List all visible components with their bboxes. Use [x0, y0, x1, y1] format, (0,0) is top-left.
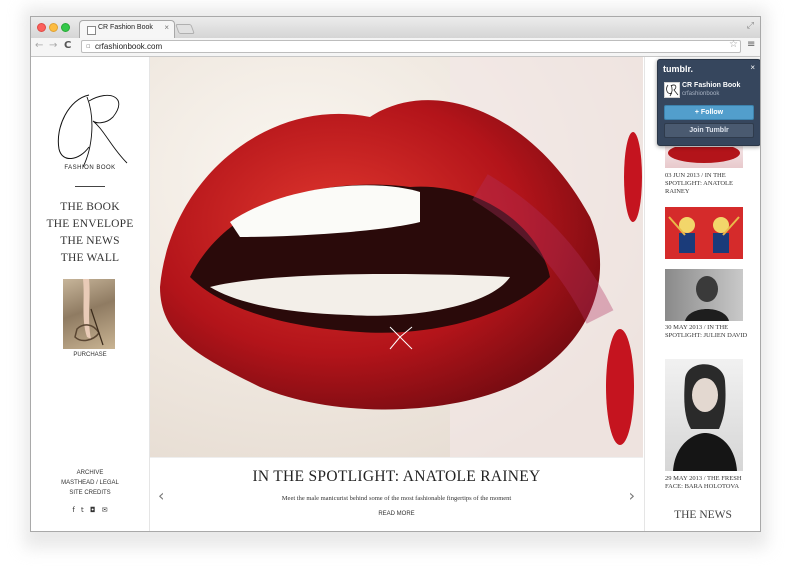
social-links: f t ◘ ✉: [31, 506, 149, 514]
post-caption[interactable]: 29 MAY 2013 / THE FRESH FACE: BARA HOLOT…: [665, 475, 751, 491]
post-thumbnail[interactable]: [665, 207, 743, 259]
post-thumbnail[interactable]: [665, 269, 743, 321]
tumblr-logo: tumblr.: [663, 64, 694, 74]
post-caption[interactable]: 03 JUN 2013 / IN THE SPOTLIGHT: ANATOLE …: [665, 172, 751, 196]
join-tumblr-button[interactable]: Join Tumblr: [664, 123, 754, 138]
close-window-button[interactable]: [37, 23, 46, 32]
site-credits-link[interactable]: SITE CREDITS: [31, 488, 149, 498]
next-arrow-icon[interactable]: ›: [629, 486, 635, 505]
feature-caption: ‹ IN THE SPOTLIGHT: ANATOLE RAINEY Meet …: [150, 457, 643, 531]
blog-avatar: [664, 82, 680, 98]
twitter-icon[interactable]: t: [81, 506, 84, 514]
post-thumbnail[interactable]: [665, 143, 743, 168]
forward-icon[interactable]: →: [49, 40, 57, 51]
back-icon[interactable]: ←: [35, 40, 43, 51]
footer-links: ARCHIVE MASTHEAD / LEGAL SITE CREDITS: [31, 468, 149, 498]
masthead-legal-link[interactable]: MASTHEAD / LEGAL: [31, 478, 149, 488]
zoom-window-button[interactable]: [61, 23, 70, 32]
logo-subtitle: FASHION BOOK: [64, 165, 116, 171]
hero-image[interactable]: [150, 57, 643, 457]
mail-icon[interactable]: ✉: [102, 506, 108, 514]
page-icon: ▫: [86, 42, 91, 50]
tab-close-icon[interactable]: ×: [164, 23, 169, 32]
browser-tab[interactable]: CR Fashion Book ×: [79, 20, 175, 38]
fullscreen-icon[interactable]: ⤢: [747, 21, 754, 31]
nav-the-news[interactable]: THE NEWS: [31, 233, 149, 250]
divider: [75, 186, 105, 187]
purchase-link[interactable]: PURCHASE: [31, 352, 149, 358]
bookmark-star-icon[interactable]: ☆: [729, 39, 738, 50]
title-bar: CR Fashion Book × ⤢: [31, 17, 760, 39]
main-nav: THE BOOK THE ENVELOPE THE NEWS THE WALL: [31, 199, 149, 267]
blog-name: CR Fashion Book: [682, 82, 741, 89]
browser-menu-icon[interactable]: ≡: [747, 39, 755, 50]
feature-description: Meet the male manicurist behind some of …: [281, 495, 512, 502]
favicon-icon: [87, 26, 96, 35]
close-icon[interactable]: ×: [750, 63, 755, 72]
news-section-title[interactable]: THE NEWS: [645, 509, 760, 521]
left-sidebar: FASHION BOOK THE BOOK THE ENVELOPE THE N…: [31, 57, 150, 531]
browser-window: CR Fashion Book × ⤢ ← → C ▫ crfashionboo…: [30, 16, 761, 532]
address-bar[interactable]: ▫ crfashionbook.com: [81, 40, 741, 53]
tab-title: CR Fashion Book: [98, 24, 153, 31]
browser-toolbar: ← → C ▫ crfashionbook.com ☆ ≡: [31, 38, 760, 57]
blog-handle: crfashionbook: [682, 91, 720, 97]
nav-the-envelope[interactable]: THE ENVELOPE: [31, 216, 149, 233]
facebook-icon[interactable]: f: [72, 506, 74, 514]
tumblr-follow-widget: tumblr. × CR Fashion Book crfashionbook …: [657, 59, 760, 146]
page-content: FASHION BOOK THE BOOK THE ENVELOPE THE N…: [31, 57, 760, 531]
new-tab-button[interactable]: [175, 24, 195, 34]
post-caption[interactable]: 30 MAY 2013 / IN THE SPOTLIGHT: JULIEN D…: [665, 324, 751, 340]
archive-link[interactable]: ARCHIVE: [31, 468, 149, 478]
nav-the-book[interactable]: THE BOOK: [31, 199, 149, 216]
magazine-cover-image[interactable]: [63, 279, 115, 349]
feature-title[interactable]: IN THE SPOTLIGHT: ANATOLE RAINEY: [150, 468, 643, 486]
cr-logo[interactable]: [49, 87, 129, 177]
url-text[interactable]: crfashionbook.com: [95, 42, 162, 51]
read-more-link[interactable]: READ MORE: [150, 511, 643, 517]
minimize-window-button[interactable]: [49, 23, 58, 32]
post-thumbnail[interactable]: [665, 359, 743, 471]
nav-the-wall[interactable]: THE WALL: [31, 250, 149, 267]
reload-icon[interactable]: C: [64, 40, 71, 51]
follow-button[interactable]: + Follow: [664, 105, 754, 120]
instagram-icon[interactable]: ◘: [90, 506, 96, 514]
